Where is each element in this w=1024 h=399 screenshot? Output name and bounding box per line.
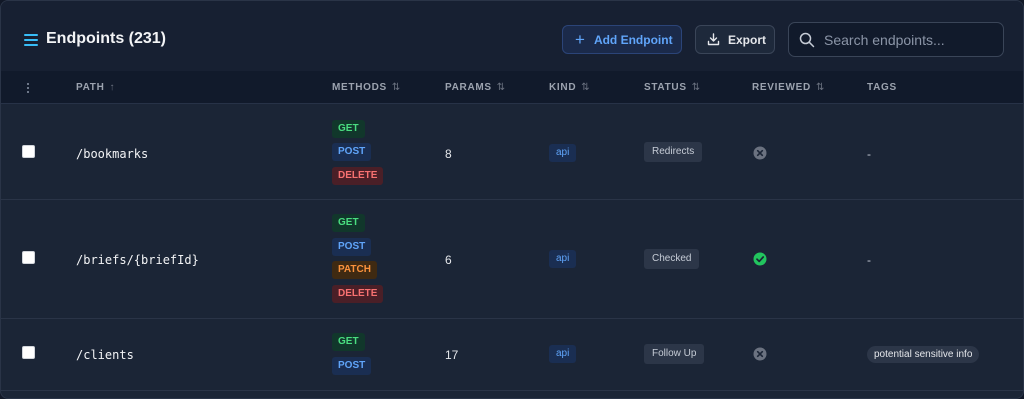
tags-empty: - [867,253,871,267]
method-badge-post: POST [332,357,372,375]
sort-arrows-icon: ⇅ [496,82,506,93]
add-endpoint-label: Add Endpoint [593,32,673,47]
check-circle-icon[interactable] [753,252,767,266]
row-select-checkbox[interactable] [22,145,35,158]
search-icon [799,32,815,47]
method-badge-delete: DELETE [332,285,384,303]
status-badge[interactable]: Redirects [644,142,703,162]
column-label-status: STATUS [644,82,687,93]
column-label-reviewed: REVIEWED [752,82,811,93]
column-label-params: PARAMS [445,82,492,93]
tags-empty: - [867,147,871,161]
column-header-kind[interactable]: KIND ⇅ [549,71,590,104]
hamburger-icon[interactable] [24,34,38,46]
column-header-tags: TAGS [867,71,897,104]
column-header-params[interactable]: PARAMS ⇅ [445,71,506,104]
export-label: Export [728,32,767,47]
method-badge-post: POST [332,238,372,256]
x-circle-icon[interactable] [753,146,767,160]
kind-badge: api [549,250,577,268]
search-input[interactable] [824,31,994,48]
method-badge-post: POST [332,143,372,161]
column-label-path: PATH [76,82,105,93]
sort-arrows-icon: ⇅ [581,82,591,93]
endpoints-panel: Endpoints (231) + Add Endpoint Export PA… [0,0,1024,399]
column-header-path[interactable]: PATH ↑ [76,71,115,104]
status-badge[interactable]: Checked [644,249,700,269]
download-icon [707,33,720,46]
column-header-methods[interactable]: METHODS ⇅ [332,71,401,104]
sort-arrows-icon: ⇅ [391,82,401,93]
kind-badge: api [549,345,577,363]
plus-icon: + [575,29,585,49]
toolbar: Endpoints (231) + Add Endpoint Export [1,1,1023,71]
method-badge-get: GET [332,214,365,232]
sort-arrows-icon: ⇅ [815,82,826,93]
endpoint-path[interactable]: /bookmarks [76,146,148,162]
row-select-checkbox[interactable] [22,251,35,264]
export-button[interactable]: Export [695,25,775,54]
column-label-tags: TAGS [867,82,897,93]
column-header-reviewed[interactable]: REVIEWED ⇅ [752,71,825,104]
method-badge-delete: DELETE [332,167,384,185]
endpoint-path[interactable]: /clients [76,347,134,363]
status-badge[interactable]: Follow Up [644,344,705,364]
method-badge-get: GET [332,333,365,351]
sort-arrows-icon: ⇅ [691,82,701,93]
tag-pill[interactable]: potential sensitive info [867,346,980,363]
add-endpoint-button[interactable]: + Add Endpoint [562,25,682,54]
method-badge-get: GET [332,120,365,138]
column-header-status[interactable]: STATUS ⇅ [644,71,701,104]
column-label-methods: METHODS [332,82,387,93]
column-label-kind: KIND [549,82,577,93]
vertical-dots-icon[interactable] [27,83,30,93]
table-header: PATH ↑ METHODS ⇅ PARAMS ⇅ KIND ⇅ STATUS ⇅ REV… [1,71,1023,104]
table-row[interactable]: /clients GET POST 17 api Follow Up poten… [1,319,1023,391]
endpoint-path[interactable]: /briefs/{briefId} [76,252,199,268]
search-box [788,22,1004,57]
page-title: Endpoints (231) [46,30,167,47]
params-count: 8 [445,147,452,161]
params-count: 17 [445,348,459,362]
table-row[interactable]: /briefs/{briefId} GET POST PATCH DELETE … [1,200,1023,319]
row-select-checkbox[interactable] [22,346,35,359]
x-circle-icon[interactable] [753,347,767,361]
method-badge-patch: PATCH [332,261,377,279]
params-count: 6 [445,253,452,267]
table-row[interactable]: /bookmarks GET POST DELETE 8 api Redirec… [1,105,1023,200]
kind-badge: api [549,144,577,162]
sort-ascending-icon: ↑ [109,82,116,93]
